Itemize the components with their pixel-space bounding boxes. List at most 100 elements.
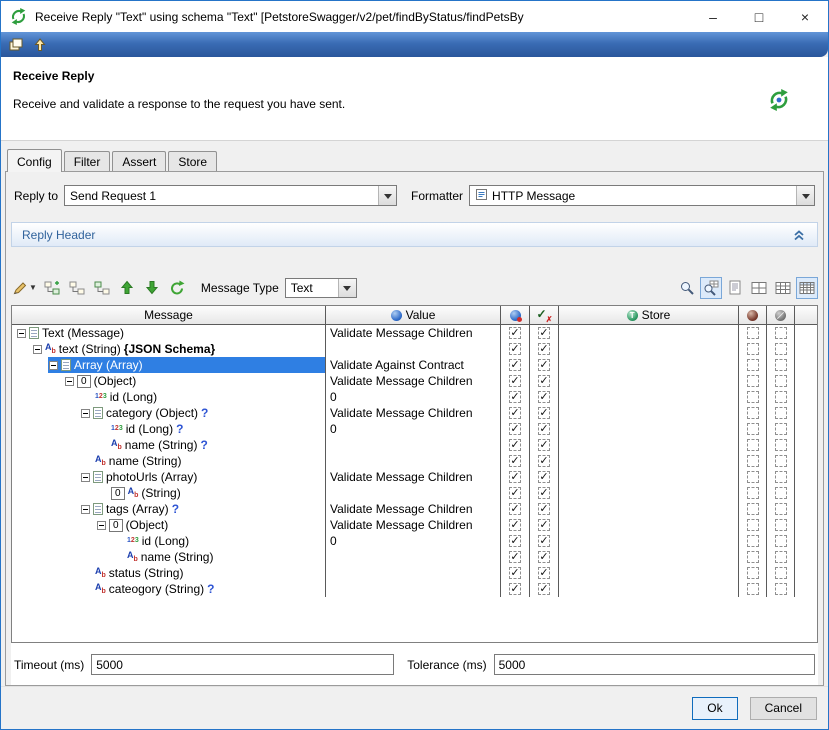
flag-checkbox-1[interactable]	[747, 471, 759, 483]
flag-checkbox-2[interactable]	[775, 327, 787, 339]
tree-node-Array[interactable]: Array (Array)	[12, 357, 326, 373]
flag-checkbox-2[interactable]	[775, 551, 787, 563]
tree-node-tags[interactable]: tags (Array)?	[12, 501, 326, 517]
store-cell[interactable]	[559, 469, 739, 485]
value-cell[interactable]: Validate Message Children	[326, 469, 501, 485]
value-cell[interactable]	[326, 485, 501, 501]
value-cell[interactable]: 0	[326, 421, 501, 437]
store-cell[interactable]	[559, 405, 739, 421]
enable-checkbox[interactable]: ✓	[538, 359, 550, 371]
move-down-icon[interactable]	[141, 277, 163, 299]
overlapping-windows-icon[interactable]	[8, 37, 24, 53]
chevron-down-icon[interactable]	[378, 186, 396, 205]
flag-checkbox-2[interactable]	[775, 343, 787, 355]
flag-checkbox-1[interactable]	[747, 455, 759, 467]
validate-checkbox[interactable]: ✓	[509, 407, 521, 419]
add-node-icon[interactable]	[41, 277, 63, 299]
flag-checkbox-1[interactable]	[747, 551, 759, 563]
reply-header-section[interactable]: Reply Header	[11, 222, 818, 247]
flag-checkbox-1[interactable]	[747, 327, 759, 339]
validate-checkbox[interactable]: ✓	[509, 455, 521, 467]
flag-checkbox-2[interactable]	[775, 487, 787, 499]
validate-checkbox[interactable]: ✓	[509, 343, 521, 355]
flag-checkbox-1[interactable]	[747, 503, 759, 515]
enable-checkbox[interactable]: ✓	[538, 487, 550, 499]
tree-node-category[interactable]: category (Object)?	[12, 405, 326, 421]
flag-checkbox-1[interactable]	[747, 567, 759, 579]
flag-checkbox-1[interactable]	[747, 423, 759, 435]
tree-node-name[interactable]: Abname (String)?	[12, 437, 326, 453]
validate-checkbox[interactable]: ✓	[509, 583, 521, 595]
validate-checkbox[interactable]: ✓	[509, 487, 521, 499]
chevron-down-icon[interactable]	[796, 186, 814, 205]
flag-checkbox-2[interactable]	[775, 423, 787, 435]
flag-checkbox-2[interactable]	[775, 391, 787, 403]
validate-checkbox[interactable]: ✓	[509, 551, 521, 563]
validate-checkbox[interactable]: ✓	[509, 327, 521, 339]
enable-checkbox[interactable]: ✓	[538, 327, 550, 339]
flag-checkbox-1[interactable]	[747, 439, 759, 451]
store-cell[interactable]	[559, 533, 739, 549]
value-cell[interactable]: Validate Message Children	[326, 325, 501, 341]
formatter-select[interactable]: HTTP Message	[469, 185, 815, 206]
enable-checkbox[interactable]: ✓	[538, 503, 550, 515]
tolerance-input[interactable]	[494, 654, 815, 675]
enable-checkbox[interactable]: ✓	[538, 375, 550, 387]
tree-node-content[interactable]: Abname (String)?	[96, 437, 325, 453]
enable-checkbox[interactable]: ✓	[538, 343, 550, 355]
store-cell[interactable]	[559, 485, 739, 501]
tree-node-cateogory[interactable]: Abcateogory (String)?	[12, 581, 326, 597]
flag-checkbox-2[interactable]	[775, 503, 787, 515]
move-up-icon[interactable]	[116, 277, 138, 299]
validate-checkbox[interactable]: ✓	[509, 535, 521, 547]
collapse-expander-icon[interactable]	[49, 361, 58, 370]
store-cell[interactable]	[559, 549, 739, 565]
flag-checkbox-1[interactable]	[747, 359, 759, 371]
flag-checkbox-1[interactable]	[747, 407, 759, 419]
collapse-chevron-icon[interactable]	[791, 227, 807, 243]
ok-button[interactable]: Ok	[692, 697, 737, 720]
value-cell[interactable]: Validate Message Children	[326, 501, 501, 517]
collapse-expander-icon[interactable]	[81, 505, 90, 514]
value-cell[interactable]	[326, 437, 501, 453]
validate-checkbox[interactable]: ✓	[509, 503, 521, 515]
tree-node-content[interactable]: Abstatus (String)	[80, 565, 325, 581]
flag-checkbox-1[interactable]	[747, 535, 759, 547]
store-cell[interactable]	[559, 325, 739, 341]
flag-checkbox-1[interactable]	[747, 487, 759, 499]
store-cell[interactable]	[559, 517, 739, 533]
value-cell[interactable]: Validate Message Children	[326, 405, 501, 421]
flag-checkbox-2[interactable]	[775, 567, 787, 579]
store-cell[interactable]	[559, 357, 739, 373]
validate-checkbox[interactable]: ✓	[509, 375, 521, 387]
copy-node-icon[interactable]	[66, 277, 88, 299]
tab-assert[interactable]: Assert	[112, 151, 166, 171]
tree-node-text[interactable]: Abtext (String){JSON Schema}	[12, 341, 326, 357]
flag-checkbox-2[interactable]	[775, 359, 787, 371]
validate-checkbox[interactable]: ✓	[509, 391, 521, 403]
value-cell[interactable]	[326, 565, 501, 581]
zoom-icon[interactable]	[676, 277, 698, 299]
validate-checkbox[interactable]: ✓	[509, 519, 521, 531]
tree-node-id[interactable]: 123id (Long)	[12, 533, 326, 549]
collapse-expander-icon[interactable]	[17, 329, 26, 338]
document-view-icon[interactable]	[724, 277, 746, 299]
store-cell[interactable]	[559, 581, 739, 597]
collapse-expander-icon[interactable]	[33, 345, 42, 354]
value-cell[interactable]: Validate Message Children	[326, 517, 501, 533]
paste-node-icon[interactable]	[91, 277, 113, 299]
flag-checkbox-2[interactable]	[775, 471, 787, 483]
enable-checkbox[interactable]: ✓	[538, 423, 550, 435]
store-cell[interactable]	[559, 373, 739, 389]
flag-checkbox-1[interactable]	[747, 375, 759, 387]
value-cell[interactable]	[326, 549, 501, 565]
tree-node-content[interactable]: category (Object)?	[80, 405, 325, 421]
flag-checkbox-1[interactable]	[747, 583, 759, 595]
edit-values-icon[interactable]: ▼	[11, 277, 38, 299]
validate-checkbox[interactable]: ✓	[509, 471, 521, 483]
store-cell[interactable]	[559, 501, 739, 517]
flag-checkbox-2[interactable]	[775, 407, 787, 419]
enable-checkbox[interactable]: ✓	[538, 439, 550, 451]
collapse-expander-icon[interactable]	[97, 521, 106, 530]
minimize-button[interactable]: –	[690, 1, 736, 32]
